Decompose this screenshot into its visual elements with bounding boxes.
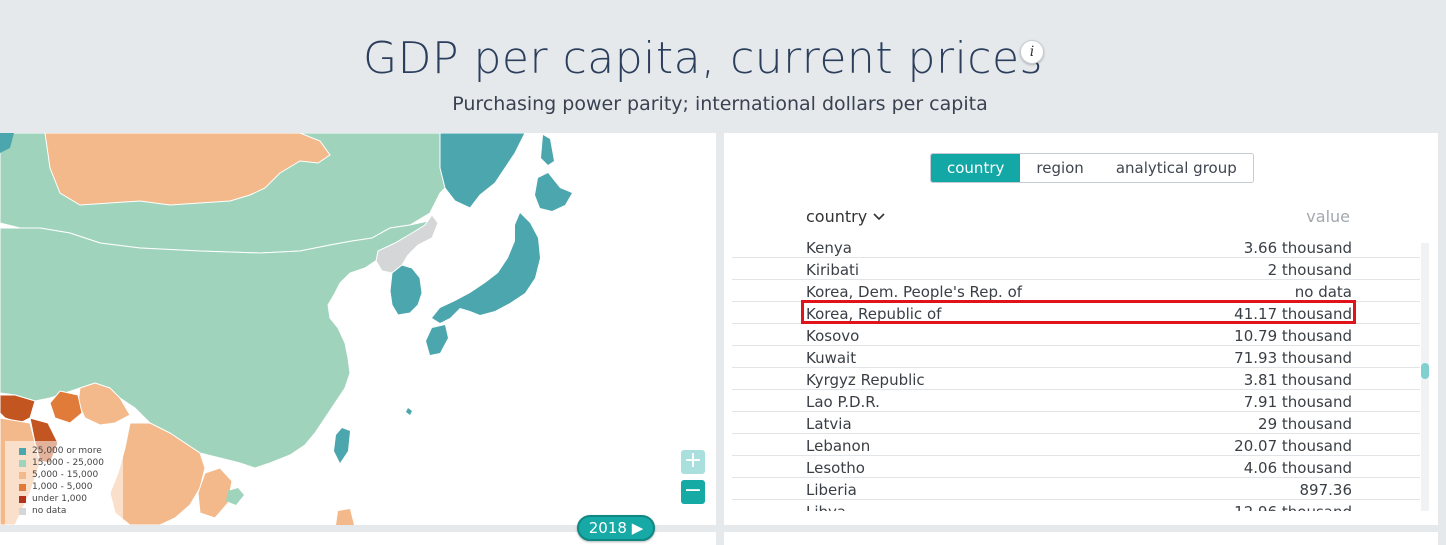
header: GDP per capita, current prices i Purchas…: [0, 0, 1446, 133]
tab-analytical-group[interactable]: analytical group: [1100, 154, 1253, 182]
legend-label: under 1,000: [32, 494, 87, 504]
table-row[interactable]: Libya 12.96 thousand: [732, 500, 1420, 511]
legend-label: 5,000 - 15,000: [32, 470, 99, 480]
country-column-header[interactable]: country: [806, 207, 885, 226]
legend-swatch: [19, 447, 26, 455]
tab-region[interactable]: region: [1020, 154, 1099, 182]
row-country: Kuwait: [806, 349, 857, 367]
bottom-panel-right: [724, 532, 1438, 545]
info-button[interactable]: i: [1020, 40, 1044, 64]
row-country: Libya: [806, 503, 846, 511]
table-row-highlighted[interactable]: Korea, Republic of 41.17 thousand: [732, 302, 1420, 324]
map-legend: 25,000 or more 15,000 - 25,000 5,000 - 1…: [5, 441, 123, 525]
data-table-panel: country region analytical group country …: [724, 133, 1438, 525]
table-row[interactable]: Lebanon 20.07 thousand: [732, 434, 1420, 456]
value-column-header[interactable]: value: [1306, 207, 1350, 226]
page-subtitle: Purchasing power parity; international d…: [452, 93, 988, 115]
row-value: no data: [1294, 283, 1352, 301]
legend-item: 1,000 - 5,000: [19, 481, 123, 493]
row-country: Lesotho: [806, 459, 865, 477]
legend-swatch: [19, 507, 26, 515]
country-column-label: country: [806, 207, 868, 226]
zoom-out-button[interactable]: −: [681, 480, 705, 504]
row-country: Lebanon: [806, 437, 871, 455]
legend-item: under 1,000: [19, 493, 123, 505]
row-country: Latvia: [806, 415, 852, 433]
country-list[interactable]: Kenya 3.66 thousand Kiribati 2 thousand Ko…: [732, 236, 1420, 511]
table-row[interactable]: Lao P.D.R. 7.91 thousand: [732, 390, 1420, 412]
legend-swatch: [19, 495, 26, 503]
table-row[interactable]: Liberia 897.36: [732, 478, 1420, 500]
table-row[interactable]: Korea, Dem. People's Rep. of no data: [732, 280, 1420, 302]
map-panel[interactable]: 25,000 or more 15,000 - 25,000 5,000 - 1…: [0, 133, 716, 525]
page-title: GDP per capita, current prices: [363, 33, 1043, 84]
row-country: Kenya: [806, 239, 852, 257]
row-value: 3.81 thousand: [1243, 371, 1352, 389]
legend-label: 15,000 - 25,000: [32, 458, 104, 468]
zoom-in-button[interactable]: +: [681, 450, 705, 474]
row-value: 71.93 thousand: [1234, 349, 1352, 367]
row-value: 3.66 thousand: [1243, 239, 1352, 257]
year-play-button[interactable]: 2018 ▶: [577, 515, 655, 541]
legend-label: no data: [32, 506, 67, 516]
row-country: Kosovo: [806, 327, 860, 345]
row-value: 897.36: [1299, 481, 1353, 499]
row-country: Lao P.D.R.: [806, 393, 880, 411]
row-value: 4.06 thousand: [1243, 459, 1352, 477]
legend-swatch: [19, 471, 26, 479]
legend-label: 25,000 or more: [32, 446, 102, 456]
row-value: 7.91 thousand: [1243, 393, 1352, 411]
legend-label: 1,000 - 5,000: [32, 482, 93, 492]
chevron-down-icon: [873, 212, 885, 220]
row-country: Liberia: [806, 481, 857, 499]
table-row[interactable]: Kuwait 71.93 thousand: [732, 346, 1420, 368]
table-row[interactable]: Kenya 3.66 thousand: [732, 236, 1420, 258]
table-row[interactable]: Kiribati 2 thousand: [732, 258, 1420, 280]
row-value: 10.79 thousand: [1234, 327, 1352, 345]
table-row[interactable]: Latvia 29 thousand: [732, 412, 1420, 434]
legend-item: 5,000 - 15,000: [19, 469, 123, 481]
row-value: 2 thousand: [1267, 261, 1352, 279]
row-country: Korea, Dem. People's Rep. of: [806, 283, 1023, 301]
row-value: 41.17 thousand: [1234, 305, 1352, 323]
row-country: Kyrgyz Republic: [806, 371, 925, 389]
grouping-tabs: country region analytical group: [930, 153, 1254, 183]
table-row[interactable]: Lesotho 4.06 thousand: [732, 456, 1420, 478]
legend-swatch: [19, 459, 26, 467]
row-country: Korea, Republic of: [806, 305, 942, 323]
scrollbar-thumb[interactable]: [1421, 363, 1429, 379]
legend-item: no data: [19, 505, 123, 517]
row-value: 29 thousand: [1258, 415, 1352, 433]
table-row[interactable]: Kyrgyz Republic 3.81 thousand: [732, 368, 1420, 390]
row-value: 12.96 thousand: [1234, 503, 1352, 511]
legend-item: 15,000 - 25,000: [19, 457, 123, 469]
legend-item: 25,000 or more: [19, 445, 123, 457]
row-country: Kiribati: [806, 261, 860, 279]
legend-swatch: [19, 483, 26, 491]
table-row[interactable]: Kosovo 10.79 thousand: [732, 324, 1420, 346]
row-value: 20.07 thousand: [1234, 437, 1352, 455]
tab-country[interactable]: country: [931, 154, 1021, 182]
